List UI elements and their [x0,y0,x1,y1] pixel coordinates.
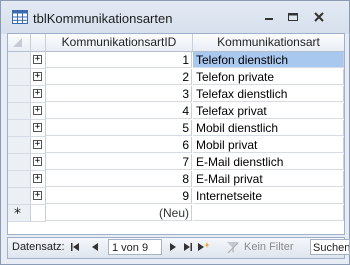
subdatasheet-expander[interactable]: + [31,120,46,137]
record-selector[interactable] [8,188,31,205]
subdatasheet-expander[interactable]: + [31,103,46,120]
art-cell[interactable]: Telefon dienstlich [193,52,344,68]
subdatasheet-expander[interactable]: + [31,154,46,171]
art-cell[interactable]: Mobil dienstlich [193,120,344,136]
plus-icon[interactable]: + [33,106,42,115]
subdatasheet-expander[interactable]: + [31,137,46,154]
id-cell[interactable]: 9 [46,188,192,204]
plus-icon[interactable]: + [33,123,42,132]
id-cell[interactable]: 4 [46,103,192,119]
record-selector[interactable] [8,69,31,86]
id-cell[interactable]: 7 [46,154,192,170]
title-bar[interactable]: tblKommunikationsarten [1,1,349,34]
id-cell[interactable]: 1 [46,52,192,68]
window-title: tblKommunikationsarten [33,11,173,26]
table-window: tblKommunikationsarten Kommunikationsart… [0,0,350,265]
subdatasheet-expander[interactable]: + [31,69,46,86]
current-record-field[interactable]: 1 von 9 [108,239,162,255]
plus-icon[interactable]: + [33,89,42,98]
new-record-asterisk-icon: * [14,206,21,222]
id-cell[interactable]: 3 [46,86,192,102]
record-selector[interactable] [8,137,31,154]
close-icon[interactable] [312,11,326,23]
art-cell[interactable]: E-Mail dienstlich [193,154,344,170]
plus-icon[interactable]: + [33,157,42,166]
first-record-icon[interactable] [68,240,82,254]
id-cell[interactable]: 8 [46,171,192,187]
record-selector[interactable] [8,171,31,188]
id-cell[interactable]: 2 [46,69,192,85]
art-cell[interactable]: Mobil privat [193,137,344,153]
plus-icon[interactable]: + [33,72,42,81]
plus-icon[interactable]: + [33,140,42,149]
art-cell[interactable]: Telefax privat [193,103,344,119]
expander-header [31,34,46,52]
record-navigation-bar: Datensatz: 1 von 9 Kein Filter Suchen [7,237,350,259]
column-header-kommunikationsart[interactable]: Kommunikationsart [193,34,344,52]
subdatasheet-expander[interactable]: + [31,52,46,69]
table-icon [12,10,28,24]
search-field[interactable]: Suchen [310,239,350,255]
new-record-icon[interactable] [196,240,210,254]
record-selector[interactable] [8,52,31,69]
previous-record-icon[interactable] [88,240,102,254]
new-record-id-cell[interactable]: (Neu) [46,205,192,221]
art-cell[interactable]: Internetseite [193,188,344,204]
subdatasheet-expander [31,205,46,222]
column-header-kommunikationsartid[interactable]: KommunikationsartID [46,34,193,52]
record-selector[interactable] [8,86,31,103]
plus-icon[interactable]: + [33,55,42,64]
record-selector[interactable] [8,154,31,171]
plus-icon[interactable]: + [33,174,42,183]
record-label: Datensatz: [12,241,65,253]
minimize-icon[interactable] [262,11,276,23]
datasheet-grid: KommunikationsartID Kommunikationsart +1… [7,33,345,235]
art-cell[interactable]: Telefon private [193,69,344,85]
plus-icon[interactable]: + [33,191,42,200]
id-cell[interactable]: 5 [46,120,192,136]
record-selector[interactable]: * [8,205,31,222]
svg-text:*: * [14,206,21,221]
restore-icon[interactable] [286,11,300,23]
subdatasheet-expander[interactable]: + [31,188,46,205]
record-selector[interactable] [8,120,31,137]
art-cell[interactable]: E-Mail privat [193,171,344,187]
subdatasheet-expander[interactable]: + [31,171,46,188]
new-record-art-cell[interactable] [193,205,344,221]
next-record-icon[interactable] [166,240,180,254]
record-selector[interactable] [8,103,31,120]
select-all-corner[interactable] [8,34,31,52]
subdatasheet-expander[interactable]: + [31,86,46,103]
filter-icon [227,242,239,254]
art-cell[interactable]: Telefax dienstlich [193,86,344,102]
id-cell[interactable]: 6 [46,137,192,153]
last-record-icon[interactable] [181,240,195,254]
no-filter-button[interactable]: Kein Filter [244,241,294,253]
